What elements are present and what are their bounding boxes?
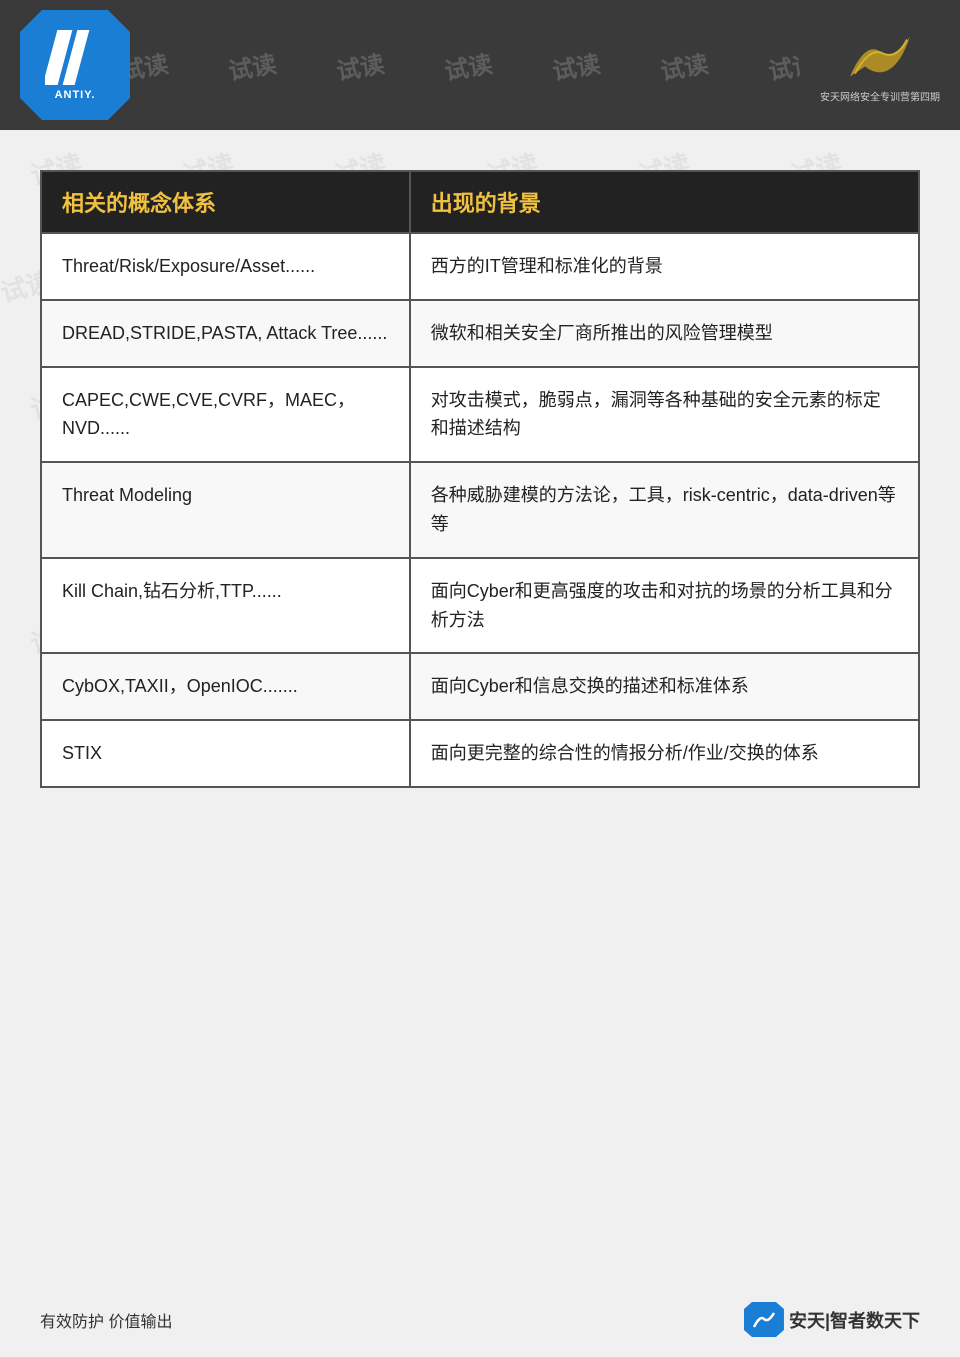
table-row: CAPEC,CWE,CVE,CVRF，MAEC，NVD......对攻击模式，脆…	[41, 367, 919, 463]
header-wm-5: 试读	[549, 44, 602, 87]
table-row: Threat Modeling各种威胁建模的方法论，工具，risk-centri…	[41, 462, 919, 558]
table-row: Kill Chain,钻石分析,TTP......面向Cyber和更高强度的攻击…	[41, 558, 919, 654]
header-wm-3: 试读	[333, 44, 386, 87]
header-wm-6: 试读	[657, 44, 710, 87]
logo: ANTIY.	[20, 10, 130, 120]
header-right-logo: 安天网络安全专训营第四期	[820, 27, 940, 104]
table-cell-left-5: CybOX,TAXII，OpenIOC.......	[41, 653, 410, 720]
header: ANTIY. 试读 试读 试读 试读 试读 试读 试读 安天网络安全专训营第四期	[0, 0, 960, 130]
main-content: 试读 试读 试读 试读 试读 试读 试读 试读 试读 试读 试读 试读 试读 试…	[0, 130, 960, 808]
table-cell-right-4: 面向Cyber和更高强度的攻击和对抗的场景的分析工具和分析方法	[410, 558, 919, 654]
footer-logo: 安天|智者数天下	[744, 1302, 920, 1337]
table-cell-right-1: 微软和相关安全厂商所推出的风险管理模型	[410, 300, 919, 367]
table-cell-left-3: Threat Modeling	[41, 462, 410, 558]
brand-icon	[840, 27, 920, 87]
col1-header: 相关的概念体系	[41, 171, 410, 233]
table-cell-left-4: Kill Chain,钻石分析,TTP......	[41, 558, 410, 654]
table-cell-right-3: 各种威胁建模的方法论，工具，risk-centric，data-driven等等	[410, 462, 919, 558]
table-cell-left-1: DREAD,STRIDE,PASTA, Attack Tree......	[41, 300, 410, 367]
concepts-table: 相关的概念体系 出现的背景 Threat/Risk/Exposure/Asset…	[40, 170, 920, 788]
table-cell-right-2: 对攻击模式，脆弱点，漏洞等各种基础的安全元素的标定和描述结构	[410, 367, 919, 463]
footer-logo-icon	[744, 1302, 784, 1337]
col2-header: 出现的背景	[410, 171, 919, 233]
brand-subtitle: 安天网络安全专训营第四期	[820, 89, 940, 104]
table-cell-left-2: CAPEC,CWE,CVE,CVRF，MAEC，NVD......	[41, 367, 410, 463]
header-wm-4: 试读	[441, 44, 494, 87]
table-cell-left-6: STIX	[41, 720, 410, 787]
header-wm-7: 试读	[765, 44, 800, 87]
table-cell-left-0: Threat/Risk/Exposure/Asset......	[41, 233, 410, 300]
header-wm-2: 试读	[225, 44, 278, 87]
logo-text: ANTIY.	[55, 89, 96, 101]
footer-left-text: 有效防护 价值输出	[40, 1308, 172, 1332]
table-row: STIX面向更完整的综合性的情报分析/作业/交换的体系	[41, 720, 919, 787]
table-row: Threat/Risk/Exposure/Asset......西方的IT管理和…	[41, 233, 919, 300]
logo-stripes	[45, 30, 105, 85]
table-cell-right-5: 面向Cyber和信息交换的描述和标准体系	[410, 653, 919, 720]
table-cell-right-0: 西方的IT管理和标准化的背景	[410, 233, 919, 300]
table-row: CybOX,TAXII，OpenIOC.......面向Cyber和信息交换的描…	[41, 653, 919, 720]
header-watermarks: 试读 试读 试读 试读 试读 试读 试读	[120, 0, 800, 130]
table-cell-right-6: 面向更完整的综合性的情报分析/作业/交换的体系	[410, 720, 919, 787]
table-row: DREAD,STRIDE,PASTA, Attack Tree......微软和…	[41, 300, 919, 367]
footer-brand-text: 安天|智者数天下	[789, 1307, 920, 1333]
footer: 有效防护 价值输出 安天|智者数天下	[40, 1302, 920, 1337]
